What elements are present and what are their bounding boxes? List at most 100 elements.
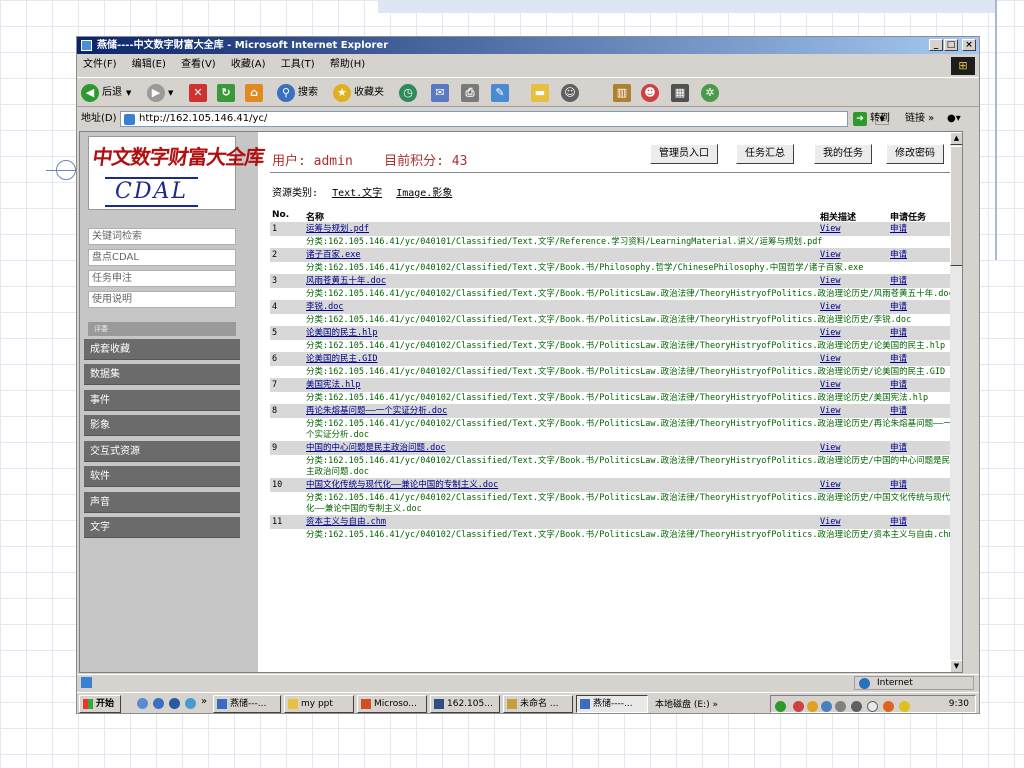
address-input[interactable]: http://162.105.146.41/yc/ ▼ [120, 111, 889, 127]
view-link[interactable]: View [820, 443, 840, 454]
norton-icon[interactable]: ●▾ [947, 109, 961, 129]
view-link[interactable]: View [820, 250, 840, 261]
resource-name-link[interactable]: 中国的中心问题是民主政治问题.doc [306, 443, 445, 454]
resource-name-link[interactable]: 诸子百家.exe [306, 250, 360, 261]
sidebar-item-events[interactable]: 事件 [84, 390, 240, 411]
resource-name-link[interactable]: 论美国的民主.GID [306, 354, 377, 365]
apply-link[interactable]: 申请 [890, 480, 907, 491]
view-link[interactable]: View [820, 354, 840, 365]
apply-link[interactable]: 申请 [890, 250, 907, 261]
sidebar-item-keyword-search[interactable]: 关键词检索 [88, 228, 236, 245]
apply-link[interactable]: 申请 [890, 302, 907, 313]
toolbar-extra-4[interactable]: ✲ [701, 83, 722, 103]
favorites-button[interactable]: ★ 收藏夹 [333, 83, 384, 103]
tray-app-icon[interactable] [835, 701, 846, 712]
task-item-4[interactable]: 162.105... [430, 695, 500, 713]
task-summary-button[interactable]: 任务汇总 [736, 144, 794, 164]
apply-link[interactable]: 申请 [890, 443, 907, 454]
admin-entry-button[interactable]: 管理员入口 [650, 144, 718, 164]
sidebar-item-text[interactable]: 文字 [84, 517, 240, 538]
tray-app-icon[interactable] [793, 701, 804, 712]
tray-app-icon[interactable] [821, 701, 832, 712]
home-button[interactable]: ⌂ [245, 83, 266, 103]
view-link[interactable]: View [820, 380, 840, 391]
resource-name-link[interactable]: 李锐.doc [306, 302, 343, 313]
view-link[interactable]: View [820, 224, 840, 235]
print-button[interactable]: ⎙ [461, 83, 482, 103]
sidebar-item-help[interactable]: 使用说明 [88, 291, 236, 308]
view-link[interactable]: View [820, 276, 840, 287]
start-button[interactable]: 开始 [79, 695, 121, 713]
ie-quicklaunch-icon[interactable] [153, 698, 164, 709]
links-button[interactable]: 链接 » [905, 109, 934, 129]
resource-name-link[interactable]: 资本主义与自由.chm [306, 517, 386, 528]
stop-button[interactable]: ✕ [189, 83, 210, 103]
mail-button[interactable]: ✉ [431, 83, 452, 103]
toolbar-extra-1[interactable]: ▥ [613, 83, 634, 103]
sidebar-item-collections[interactable]: 成套收藏 [84, 339, 240, 360]
tray-app-icon[interactable] [867, 701, 878, 712]
tray-app-icon[interactable] [807, 701, 818, 712]
task-item-2[interactable]: my ppt [284, 695, 354, 713]
resource-name-link[interactable]: 美国宪法.hlp [306, 380, 360, 391]
menu-edit[interactable]: 编辑(E) [132, 59, 166, 70]
tray-app-icon[interactable] [851, 701, 862, 712]
sidebar-item-task-register[interactable]: 任务申注 [88, 270, 236, 287]
sidebar-item-images[interactable]: 影象 [84, 415, 240, 436]
my-tasks-button[interactable]: 我的任务 [814, 144, 872, 164]
apply-link[interactable]: 申请 [890, 354, 907, 365]
resource-name-link[interactable]: 论美国的民主.hlp [306, 328, 377, 339]
resource-type-image-link[interactable]: Image.影象 [396, 188, 452, 199]
toolbar-extra-3[interactable]: ▦ [671, 83, 692, 103]
forward-button[interactable]: ▶ ▼ [147, 83, 173, 103]
view-link[interactable]: View [820, 406, 840, 417]
view-link[interactable]: View [820, 302, 840, 313]
menu-tools[interactable]: 工具(T) [281, 59, 315, 70]
task-item-1[interactable]: 燕储---... [213, 695, 281, 713]
sidebar-item-interactive[interactable]: 交互式资源 [84, 441, 240, 462]
apply-link[interactable]: 申请 [890, 224, 907, 235]
view-link[interactable]: View [820, 517, 840, 528]
view-link[interactable]: View [820, 328, 840, 339]
vertical-scrollbar[interactable]: ▲ ▼ [950, 132, 962, 672]
scroll-up-arrow-icon[interactable]: ▲ [950, 132, 962, 145]
messenger-button[interactable]: ☺ [561, 83, 582, 103]
sidebar-item-audio[interactable]: 声音 [84, 492, 240, 513]
go-button[interactable]: ➔ 转到 [853, 109, 890, 129]
media-quicklaunch-icon[interactable] [185, 698, 196, 709]
apply-link[interactable]: 申请 [890, 328, 907, 339]
back-button[interactable]: ◀ 后退 ▼ [81, 83, 131, 103]
refresh-button[interactable]: ↻ [217, 83, 238, 103]
change-password-button[interactable]: 修改密码 [886, 144, 944, 164]
toolbar-extra-2[interactable]: ☻ [641, 83, 662, 103]
minimize-button[interactable]: _ [929, 39, 943, 51]
tray-app-icon[interactable] [899, 701, 910, 712]
menu-view[interactable]: 查看(V) [181, 59, 216, 70]
quicklaunch-more-icon[interactable]: » [201, 696, 207, 707]
resource-name-link[interactable]: 再论朱熔基问题——一个实证分析.doc [306, 406, 447, 417]
scroll-down-arrow-icon[interactable]: ▼ [950, 660, 962, 672]
apply-link[interactable]: 申请 [890, 406, 907, 417]
toolbar-local-disk[interactable]: 本地磁盘 (E:) » [655, 697, 718, 710]
menu-help[interactable]: 帮助(H) [330, 59, 365, 70]
resource-name-link[interactable]: 运筹与规划.pdf [306, 224, 369, 235]
tray-app-icon[interactable] [883, 701, 894, 712]
show-desktop-icon[interactable] [137, 698, 148, 709]
task-item-6[interactable]: 燕储----... [576, 695, 648, 713]
tray-network-icon[interactable] [775, 701, 786, 712]
close-button[interactable]: × [962, 39, 976, 51]
resource-type-text-link[interactable]: Text.文字 [332, 188, 382, 199]
view-link[interactable]: View [820, 480, 840, 491]
folder-button[interactable]: ▬ [531, 83, 552, 103]
apply-link[interactable]: 申请 [890, 380, 907, 391]
resource-name-link[interactable]: 风雨苍黄五十年.doc [306, 276, 386, 287]
apply-link[interactable]: 申请 [890, 276, 907, 287]
sidebar-item-inventory[interactable]: 盘点CDAL [88, 249, 236, 266]
edit-button[interactable]: ✎ [491, 83, 512, 103]
resource-name-link[interactable]: 中国文化传统与现代化——兼论中国的专制主义.doc [306, 480, 498, 491]
outlook-quicklaunch-icon[interactable] [169, 698, 180, 709]
menu-file[interactable]: 文件(F) [83, 59, 117, 70]
apply-link[interactable]: 申请 [890, 517, 907, 528]
task-item-3[interactable]: Microso... [357, 695, 427, 713]
scroll-thumb[interactable] [950, 146, 962, 266]
